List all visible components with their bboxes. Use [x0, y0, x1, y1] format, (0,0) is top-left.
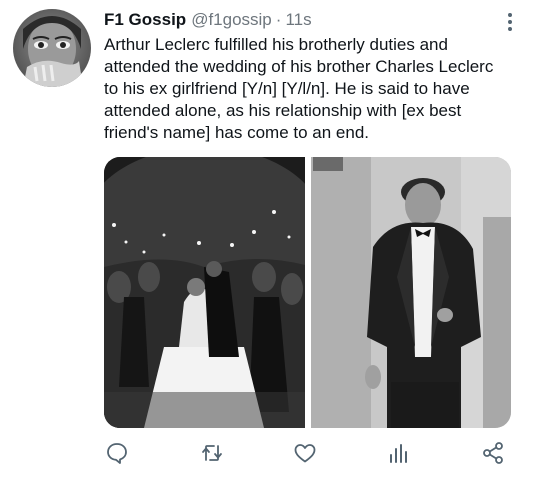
tweet-text-line: attended alone, as his relationship with… — [104, 101, 462, 120]
reply-button[interactable] — [104, 440, 130, 466]
more-options-button[interactable] — [500, 10, 520, 34]
photo-suit[interactable] — [311, 157, 511, 428]
media-grid — [104, 157, 511, 428]
analytics-button[interactable] — [386, 440, 412, 466]
share-icon — [483, 442, 503, 464]
tweet: F1 Gossip @f1gossip · 11s Arthur Leclerc… — [0, 0, 540, 477]
like-button[interactable] — [292, 440, 318, 466]
display-name[interactable]: F1 Gossip — [104, 10, 186, 30]
more-vertical-icon — [508, 13, 512, 31]
tweet-text-line: to his ex girlfriend [Y/n] [Y/l/n]. He i… — [104, 79, 470, 98]
avatar[interactable] — [13, 9, 91, 87]
analytics-icon — [390, 444, 407, 463]
tweet-header: F1 Gossip @f1gossip · 11s — [104, 10, 312, 34]
tweet-text-line: attended the wedding of his brother Char… — [104, 57, 494, 76]
tweet-text-line: friend's name] has come to an end. — [104, 123, 370, 142]
timestamp[interactable]: 11s — [285, 10, 311, 30]
photo-wedding[interactable] — [104, 157, 305, 428]
share-button[interactable] — [480, 440, 506, 466]
reply-icon — [107, 443, 127, 464]
retweet-icon — [202, 445, 222, 461]
separator-dot: · — [275, 10, 282, 29]
tweet-actions — [104, 440, 514, 466]
user-handle[interactable]: @f1gossip — [191, 10, 272, 30]
heart-icon — [294, 444, 316, 463]
retweet-button[interactable] — [199, 440, 225, 466]
tweet-text: Arthur Leclerc fulfilled his brotherly d… — [104, 34, 530, 144]
tweet-text-line: Arthur Leclerc fulfilled his brotherly d… — [104, 35, 448, 54]
